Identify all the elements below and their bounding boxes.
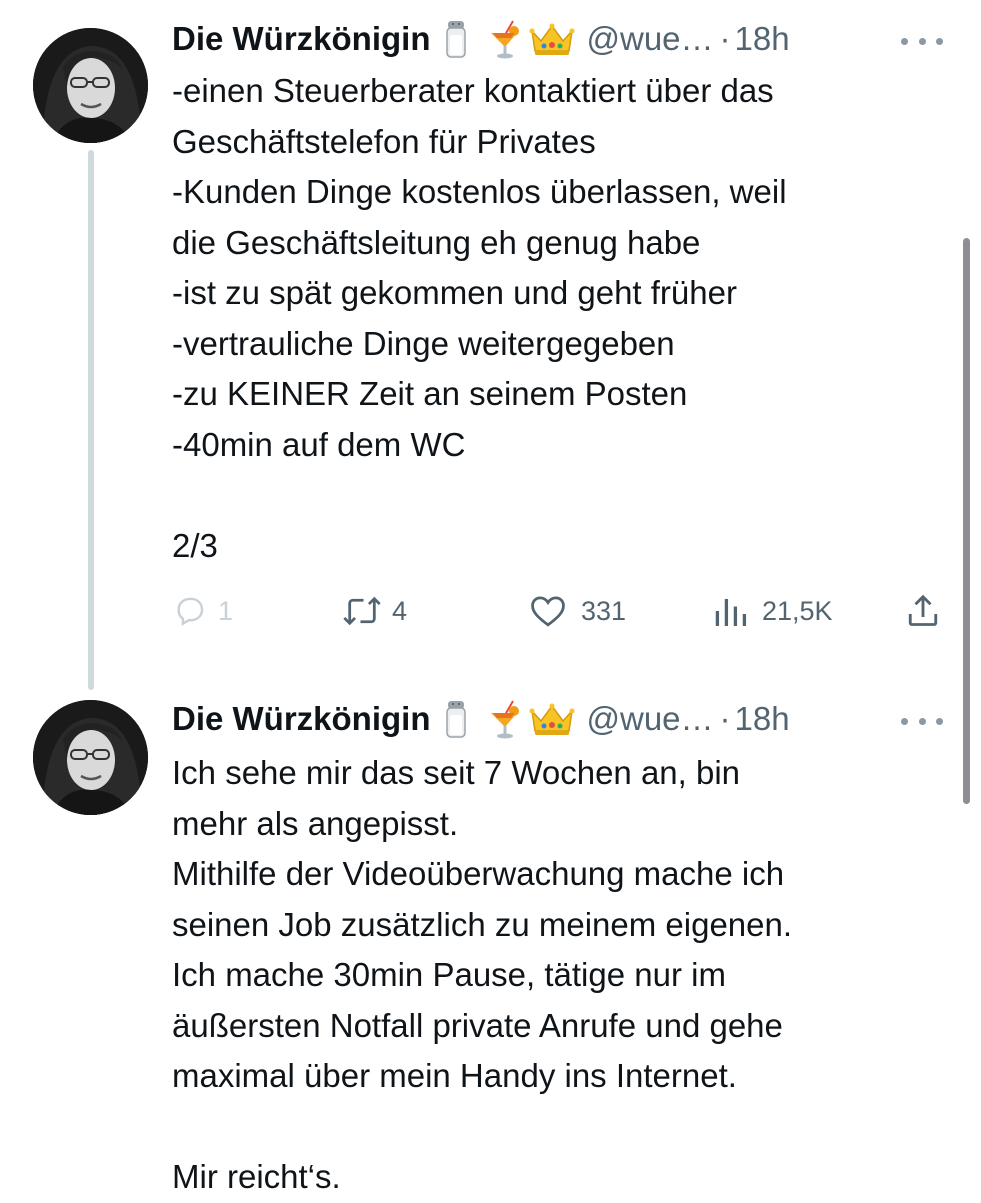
retweet-count: 4 <box>392 595 408 626</box>
tropical-drink-emoji-icon <box>487 19 521 59</box>
retweet-button[interactable]: 4 <box>342 594 407 628</box>
timestamp[interactable]: 18h <box>735 700 790 738</box>
views-icon <box>715 599 747 626</box>
tweet-text: Ich sehe mir das seit 7 Wochen an, bin m… <box>172 754 793 1195</box>
like-count: 331 <box>581 595 627 626</box>
scrollbar[interactable] <box>963 238 970 804</box>
crown-emoji-icon <box>529 21 575 57</box>
more-options-icon[interactable] <box>901 711 943 731</box>
avatar[interactable] <box>33 700 148 815</box>
heart-icon <box>531 596 565 627</box>
like-button[interactable]: 331 <box>529 594 626 628</box>
tweet-header: Die Würzkönigin @wue… · 18h <box>172 697 790 741</box>
separator-dot: · <box>719 20 731 57</box>
share-button[interactable] <box>905 592 941 630</box>
tropical-drink-emoji-icon <box>487 699 521 739</box>
salt-shaker-emoji-icon <box>445 19 467 59</box>
display-name[interactable]: Die Würzkönigin <box>172 700 431 738</box>
timestamp[interactable]: 18h <box>735 20 790 58</box>
reply-count: 1 <box>218 595 234 626</box>
salt-shaker-emoji-icon <box>445 699 467 739</box>
views-button[interactable]: 21,5K <box>712 594 833 628</box>
retweet-icon <box>343 596 381 626</box>
avatar[interactable] <box>33 28 148 143</box>
tweet-text: -einen Steuerberater kontaktiert über da… <box>172 72 787 564</box>
tweet-header: Die Würzkönigin @wue… · 18h <box>172 17 790 61</box>
share-icon <box>908 594 938 626</box>
display-name[interactable]: Die Würzkönigin <box>172 20 431 58</box>
reply-button[interactable]: 1 <box>172 594 233 628</box>
username-handle[interactable]: @wue… <box>587 20 714 58</box>
thread-connector-line <box>88 150 94 690</box>
username-handle[interactable]: @wue… <box>587 700 714 738</box>
separator-dot: · <box>719 700 731 737</box>
tweet-actions: 1 4 331 21,5K <box>172 588 952 636</box>
more-options-icon[interactable] <box>901 31 943 51</box>
crown-emoji-icon <box>529 701 575 737</box>
reply-icon <box>177 597 204 626</box>
views-count: 21,5K <box>762 595 833 626</box>
